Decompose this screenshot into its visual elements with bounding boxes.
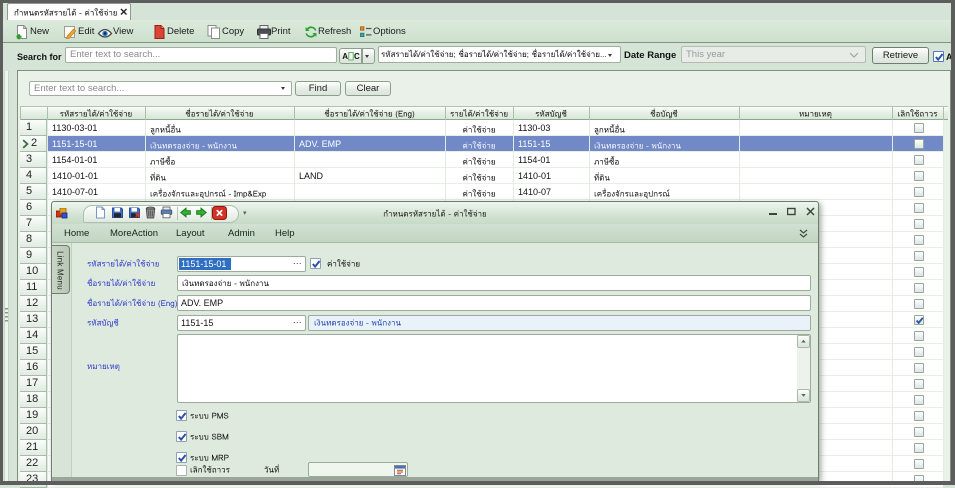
- svg-text:C: C: [354, 52, 360, 61]
- svg-text:A: A: [342, 52, 348, 61]
